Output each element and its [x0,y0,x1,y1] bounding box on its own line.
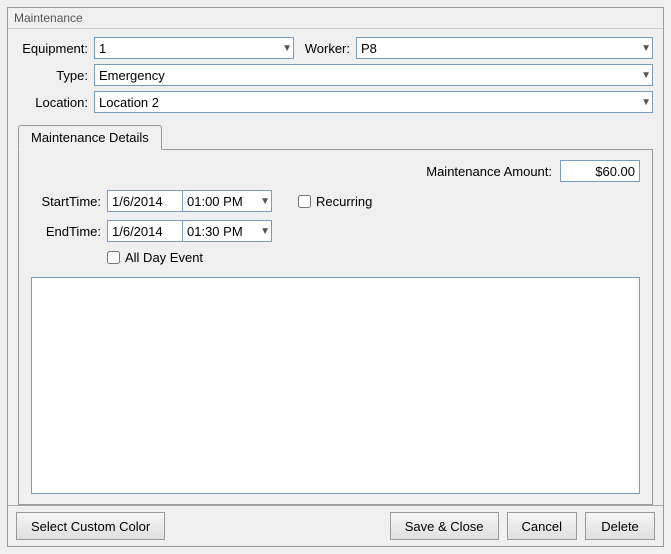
all-day-label[interactable]: All Day Event [125,250,203,265]
recurring-wrapper: Recurring [298,194,372,209]
end-date-input[interactable] [107,220,182,242]
end-time-select[interactable]: 01:30 PM [182,220,272,242]
start-time-select[interactable]: 01:00 PM [182,190,272,212]
maintenance-window: Maintenance Equipment: 1 ▼ Worker: P8 ▼ … [7,7,664,547]
worker-select[interactable]: P8 [356,37,653,59]
equipment-select[interactable]: 1 [94,37,294,59]
select-color-button[interactable]: Select Custom Color [16,512,165,540]
equipment-worker-row: Equipment: 1 ▼ Worker: P8 ▼ [18,37,653,59]
notes-textarea[interactable] [32,278,639,493]
start-time-select-wrapper[interactable]: 01:00 PM ▼ [182,190,272,212]
save-close-button[interactable]: Save & Close [390,512,499,540]
start-datetime-wrapper: 01:00 PM ▼ [107,190,272,212]
recurring-label[interactable]: Recurring [316,194,372,209]
start-time-label: StartTime: [31,194,101,209]
start-time-row: StartTime: 01:00 PM ▼ Recurring [31,190,640,212]
form-area: Equipment: 1 ▼ Worker: P8 ▼ Type: Emerge… [8,29,663,121]
tab-maintenance-details[interactable]: Maintenance Details [18,125,162,150]
type-select[interactable]: Emergency [94,64,653,86]
type-select-wrapper[interactable]: Emergency ▼ [94,64,653,86]
equipment-select-wrapper[interactable]: 1 ▼ [94,37,294,59]
tab-body: Maintenance Amount: StartTime: 01:00 PM … [18,149,653,505]
type-row: Type: Emergency ▼ [18,64,653,86]
cancel-button[interactable]: Cancel [507,512,577,540]
tab-container: Maintenance Details Maintenance Amount: … [18,125,653,505]
maintenance-amount-input[interactable] [560,160,640,182]
worker-label: Worker: [300,41,350,56]
type-label: Type: [18,68,88,83]
end-time-label: EndTime: [31,224,101,239]
maintenance-amount-label: Maintenance Amount: [426,164,552,179]
equipment-label: Equipment: [18,41,88,56]
all-day-checkbox[interactable] [107,251,120,264]
tab-header: Maintenance Details [18,125,653,149]
location-select[interactable]: Location 2 [94,91,653,113]
location-row: Location: Location 2 ▼ [18,91,653,113]
window-title: Maintenance [8,8,663,29]
worker-select-wrapper[interactable]: P8 ▼ [356,37,653,59]
location-label: Location: [18,95,88,110]
delete-button[interactable]: Delete [585,512,655,540]
location-select-wrapper[interactable]: Location 2 ▼ [94,91,653,113]
maintenance-amount-row: Maintenance Amount: [31,160,640,182]
end-datetime-wrapper: 01:30 PM ▼ [107,220,272,242]
all-day-row: All Day Event [107,250,640,265]
end-time-select-wrapper[interactable]: 01:30 PM ▼ [182,220,272,242]
recurring-checkbox[interactable] [298,195,311,208]
start-date-input[interactable] [107,190,182,212]
end-time-row: EndTime: 01:30 PM ▼ [31,220,640,242]
notes-textarea-box[interactable] [31,277,640,494]
bottom-bar: Select Custom Color Save & Close Cancel … [8,505,663,546]
